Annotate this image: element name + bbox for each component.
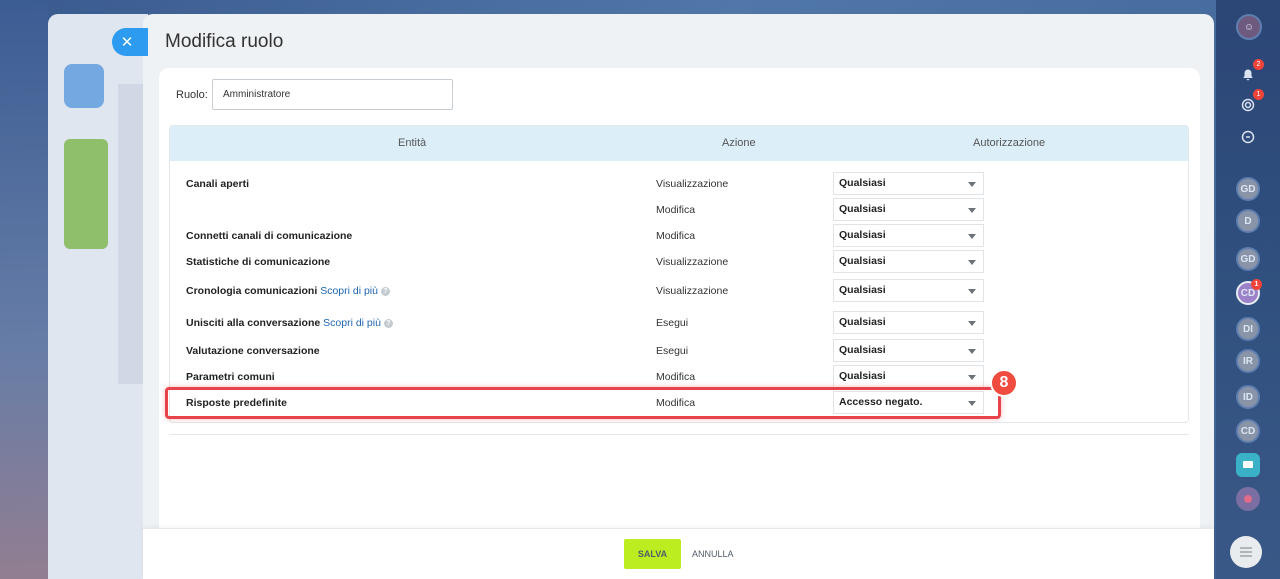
caret-down-icon	[968, 260, 976, 265]
entity-name: Unisciti alla conversazione	[186, 317, 321, 329]
close-icon: ✕	[120, 34, 134, 51]
permission-select[interactable]: Qualsiasi	[833, 311, 984, 334]
action-name: Visualizzazione	[656, 256, 729, 268]
table-header: Entità Azione Autorizzazione	[170, 126, 1188, 161]
entity-name: Risposte predefinite	[186, 397, 287, 409]
app-icon[interactable]	[1236, 487, 1260, 511]
contact-avatar[interactable]: CD 1	[1236, 279, 1262, 305]
target-icon[interactable]: 1	[1236, 89, 1264, 117]
entity-cell: Unisciti alla conversazione Scopri di pi…	[186, 317, 393, 329]
permission-select[interactable]: Qualsiasi	[833, 365, 984, 388]
role-label: Ruolo:	[176, 89, 208, 101]
permission-select[interactable]: Qualsiasi	[833, 250, 984, 273]
permission-select[interactable]: Qualsiasi	[833, 224, 984, 247]
permission-value: Accesso negato.	[839, 396, 923, 408]
caret-down-icon	[968, 375, 976, 380]
contact-avatar[interactable]: GD	[1236, 247, 1260, 271]
entity-name: Connetti canali di comunicazione	[186, 230, 353, 242]
entity-cell: Cronologia comunicazioni Scopri di più?	[186, 285, 390, 297]
table-row: Connetti canali di comunicazione Modific…	[170, 223, 1188, 249]
table-row: Unisciti alla conversazione Scopri di pi…	[170, 310, 1188, 336]
caret-down-icon	[968, 234, 976, 239]
role-form-card: Ruolo: Amministratore Entità Azione Auto…	[159, 68, 1200, 528]
user-avatar[interactable]: ☺	[1236, 14, 1262, 40]
column-header-permission: Autorizzazione	[973, 137, 1046, 149]
entity-name: Canali aperti	[186, 178, 250, 190]
permission-select[interactable]: Qualsiasi	[833, 198, 984, 221]
permission-select[interactable]: Accesso negato.	[833, 391, 984, 414]
learn-more-link[interactable]: Scopri di più	[320, 285, 378, 297]
entity-name: Statistiche di comunicazione	[186, 256, 331, 268]
step-badge: 8	[990, 369, 1018, 397]
chat-icon[interactable]	[1236, 453, 1260, 477]
contact-avatar[interactable]: IR	[1236, 349, 1260, 373]
action-name: Modifica	[656, 397, 696, 409]
notification-badge: 1	[1251, 279, 1262, 290]
help-icon[interactable]: ?	[380, 287, 390, 296]
table-row: Valutazione conversazione Esegui Qualsia…	[170, 338, 1188, 364]
action-name: Visualizzazione	[656, 178, 729, 190]
column-header-action: Azione	[722, 137, 756, 149]
permission-select[interactable]: Qualsiasi	[833, 172, 984, 195]
save-button[interactable]: SALVA	[624, 539, 681, 569]
permission-value: Qualsiasi	[839, 316, 886, 328]
menu-icon[interactable]	[1230, 536, 1262, 568]
action-name: Visualizzazione	[656, 285, 729, 297]
page-title: Modifica ruolo	[165, 31, 284, 52]
permission-value: Qualsiasi	[839, 370, 886, 382]
table-row: Cronologia comunicazioni Scopri di più? …	[170, 278, 1188, 304]
table-row: Modifica Qualsiasi	[170, 197, 1188, 223]
caret-down-icon	[968, 289, 976, 294]
entity-name: Parametri comuni	[186, 371, 275, 383]
caret-down-icon	[968, 321, 976, 326]
permission-value: Qualsiasi	[839, 229, 886, 241]
table-row: Risposte predefinite Modifica Accesso ne…	[170, 390, 1188, 416]
table-row: Parametri comuni Modifica Qualsiasi	[170, 364, 1188, 390]
action-name: Modifica	[656, 230, 696, 242]
permission-select[interactable]: Qualsiasi	[833, 339, 984, 362]
permission-value: Qualsiasi	[839, 284, 886, 296]
role-name-input[interactable]: Amministratore	[212, 79, 453, 110]
contact-avatar[interactable]: CD	[1236, 419, 1260, 443]
footer-bar: SALVA ANNULLA	[143, 528, 1214, 579]
action-name: Esegui	[656, 345, 689, 357]
help-icon[interactable]: ?	[383, 319, 393, 328]
notification-badge: 1	[1253, 89, 1264, 100]
cancel-button[interactable]: ANNULLA	[692, 539, 734, 569]
action-name: Esegui	[656, 317, 689, 329]
divider	[169, 434, 1189, 435]
entity-name: Valutazione conversazione	[186, 345, 320, 357]
permission-value: Qualsiasi	[839, 177, 886, 189]
permissions-table: Entità Azione Autorizzazione Canali aper…	[169, 125, 1189, 423]
caret-down-icon	[968, 182, 976, 187]
background-blob	[64, 64, 104, 108]
table-row: Canali aperti Visualizzazione Qualsiasi	[170, 171, 1188, 197]
avatar-icon: ☺	[1243, 21, 1255, 33]
left-menu-strip	[0, 0, 48, 579]
bell-icon[interactable]: 2	[1236, 59, 1264, 87]
close-button[interactable]: ✕	[112, 28, 148, 56]
contact-avatar[interactable]: DI	[1236, 317, 1260, 341]
permission-value: Qualsiasi	[839, 255, 886, 267]
caret-down-icon	[968, 401, 976, 406]
background-blob	[64, 139, 108, 249]
search-chat-icon[interactable]	[1236, 125, 1260, 149]
action-name: Modifica	[656, 204, 696, 216]
right-rail: ☺ 2 1 GD D GD CD 1 DI IR ID CD	[1216, 0, 1280, 579]
action-name: Modifica	[656, 371, 696, 383]
caret-down-icon	[968, 349, 976, 354]
learn-more-link[interactable]: Scopri di più	[323, 317, 381, 329]
caret-down-icon	[968, 208, 976, 213]
permission-select[interactable]: Qualsiasi	[833, 279, 984, 302]
contact-avatar[interactable]: ID	[1236, 385, 1260, 409]
notification-badge: 2	[1253, 59, 1264, 70]
column-header-entity: Entità	[398, 137, 427, 149]
permission-value: Qualsiasi	[839, 344, 886, 356]
background-panel	[48, 14, 148, 579]
permission-value: Qualsiasi	[839, 203, 886, 215]
contact-avatar[interactable]: D	[1236, 209, 1260, 233]
table-row: Statistiche di comunicazione Visualizzaz…	[170, 249, 1188, 275]
entity-name: Cronologia comunicazioni	[186, 285, 318, 297]
contact-avatar[interactable]: GD	[1236, 177, 1260, 201]
